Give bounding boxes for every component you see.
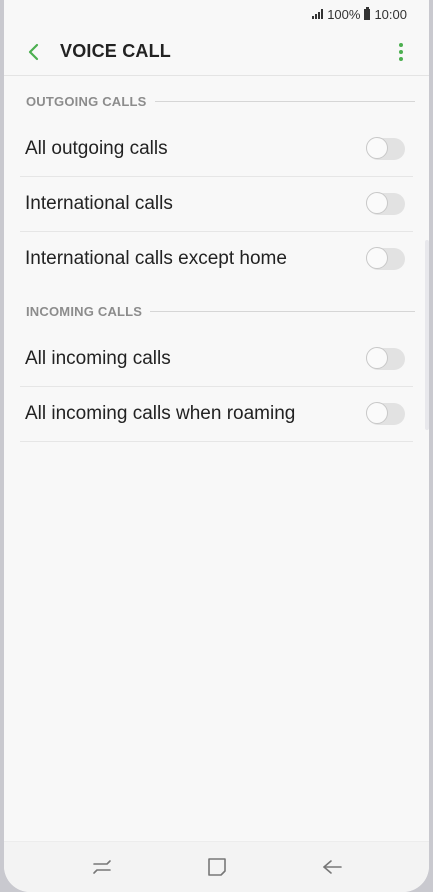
settings-list: OUTGOING CALLS All outgoing calls Intern… xyxy=(4,76,429,442)
phone-screen: 100% 10:00 VOICE CALL OUTGOING CALLS All… xyxy=(4,0,429,892)
signal-icon xyxy=(312,9,324,19)
back-button[interactable] xyxy=(12,30,56,74)
recent-apps-button[interactable] xyxy=(82,847,122,887)
toggle-knob xyxy=(366,402,388,424)
toggle-knob xyxy=(366,137,388,159)
page-title: VOICE CALL xyxy=(60,41,172,61)
back-arrow-icon xyxy=(322,860,342,874)
navigation-bar xyxy=(4,841,429,892)
setting-row-incoming-when-roaming[interactable]: All incoming calls when roaming xyxy=(20,387,413,442)
toggle-knob xyxy=(366,192,388,214)
system-back-button[interactable] xyxy=(312,847,352,887)
setting-label: International calls except home xyxy=(25,248,287,269)
setting-row-international-calls[interactable]: International calls xyxy=(20,177,413,232)
toggle-switch[interactable] xyxy=(366,192,405,215)
recent-apps-icon xyxy=(92,860,111,874)
more-options-button[interactable] xyxy=(381,30,421,74)
toggle-switch[interactable] xyxy=(366,402,405,425)
setting-row-all-incoming-calls[interactable]: All incoming calls xyxy=(20,332,413,387)
battery-icon xyxy=(364,6,371,20)
status-bar: 100% 10:00 xyxy=(4,0,429,28)
more-vert-icon xyxy=(399,42,403,61)
section-divider xyxy=(154,100,415,102)
setting-row-international-except-home[interactable]: International calls except home xyxy=(20,232,413,286)
battery-percent: 100% xyxy=(327,6,361,22)
toggle-knob xyxy=(366,247,388,269)
home-icon xyxy=(207,858,226,876)
setting-label: All incoming calls xyxy=(25,348,171,369)
section-title: OUTGOING CALLS xyxy=(26,93,147,109)
section-title: INCOMING CALLS xyxy=(26,303,143,319)
toggle-knob xyxy=(366,347,388,369)
section-header-incoming: INCOMING CALLS xyxy=(4,290,429,332)
clock: 10:00 xyxy=(374,6,407,22)
toggle-switch[interactable] xyxy=(366,137,405,160)
setting-row-all-outgoing-calls[interactable]: All outgoing calls xyxy=(20,122,413,177)
chevron-left-icon xyxy=(28,43,39,60)
setting-label: All outgoing calls xyxy=(25,138,168,159)
home-button[interactable] xyxy=(197,847,237,887)
section-divider xyxy=(150,310,415,312)
toggle-switch[interactable] xyxy=(366,347,405,370)
section-header-outgoing: OUTGOING CALLS xyxy=(4,80,429,122)
toggle-switch[interactable] xyxy=(366,247,405,270)
app-bar: VOICE CALL xyxy=(4,28,429,76)
setting-label: International calls xyxy=(25,193,173,214)
setting-label: All incoming calls when roaming xyxy=(25,403,296,424)
edge-panel-handle[interactable] xyxy=(425,240,429,430)
